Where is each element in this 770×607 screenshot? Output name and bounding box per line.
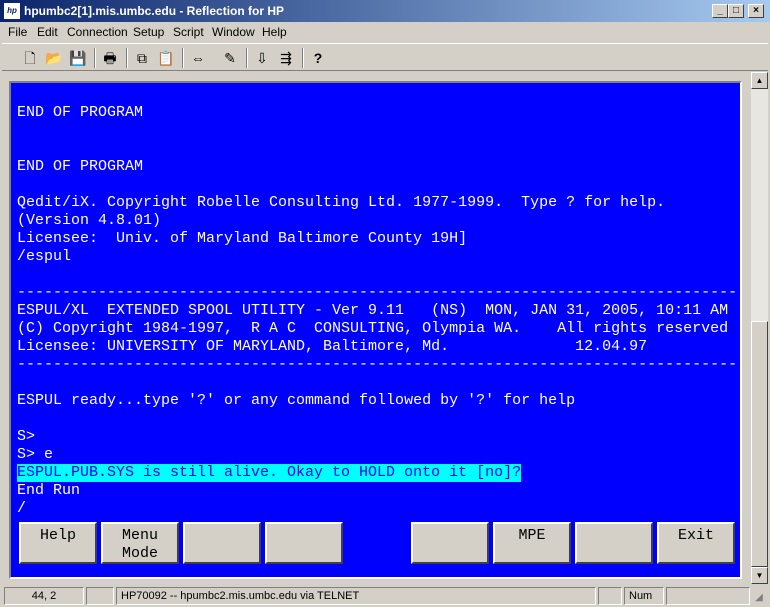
terminal-divider: ----------------------------------------… [17, 356, 738, 373]
scroll-thumb[interactable] [751, 321, 768, 567]
terminal-line: End Run [17, 482, 81, 499]
terminal-line: (Version 4.8.01) [17, 212, 162, 229]
window-title: hpumbc2[1].mis.umbc.edu - Reflection for… [24, 4, 285, 18]
toolbar-separator [246, 48, 248, 68]
toolbar-separator [126, 48, 128, 68]
terminal-prompt: S> [17, 428, 36, 445]
paste-icon[interactable]: 📋 [156, 48, 176, 68]
connect-icon[interactable]: ⇔ [188, 48, 208, 68]
fkey-2-menu-mode-button[interactable]: Menu Mode [101, 522, 179, 564]
close-button[interactable]: × [748, 4, 764, 18]
fkey-4-button[interactable] [265, 522, 343, 564]
scroll-down-button[interactable]: ▼ [751, 567, 768, 584]
status-pane-blank [598, 587, 622, 605]
connection-status: HP70092 -- hpumbc2.mis.umbc.edu via TELN… [116, 587, 596, 605]
open-icon[interactable]: 📂 [44, 48, 64, 68]
transfer-icon[interactable]: ⇩ [252, 48, 272, 68]
scroll-up-button[interactable]: ▲ [751, 72, 768, 89]
terminal-line: /espul [17, 248, 72, 265]
terminal-line: Qedit/iX. Copyright Robelle Consulting L… [17, 194, 666, 211]
menu-file[interactable]: File [8, 25, 27, 39]
terminal-divider: ----------------------------------------… [17, 284, 738, 301]
status-pane-blank [86, 587, 114, 605]
terminal-line: (C) Copyright 1984-1997, R A C CONSULTIN… [17, 320, 729, 337]
terminal-line: ESPUL/XL EXTENDED SPOOL UTILITY - Ver 9.… [17, 302, 729, 319]
terminal-prompt: S> e [17, 446, 54, 463]
menu-script[interactable]: Script [173, 25, 204, 39]
save-icon[interactable]: 💾 [68, 48, 88, 68]
toolbar-separator [94, 48, 96, 68]
toolbar: 🗋 📂 💾 🖶 ⧉ 📋 ⇔ ✎ ⇩ ⇶ ? [2, 43, 768, 71]
send-icon[interactable]: ⇶ [276, 48, 296, 68]
terminal-line: ESPUL ready...type '?' or any command fo… [17, 392, 576, 409]
terminal-line: END OF PROGRAM [17, 158, 144, 175]
script-icon[interactable]: ✎ [220, 48, 240, 68]
terminal-line: END OF PROGRAM [17, 104, 144, 121]
fkey-5-button[interactable] [411, 522, 489, 564]
vertical-scrollbar[interactable]: ▲ ▼ [751, 72, 768, 584]
num-lock-indicator: Num [624, 587, 664, 605]
status-bar: 44, 2 HP70092 -- hpumbc2.mis.umbc.edu vi… [0, 585, 770, 607]
context-help-icon[interactable]: ? [308, 48, 328, 68]
minimize-button[interactable]: _ [712, 4, 728, 18]
fkey-3-button[interactable] [183, 522, 261, 564]
maximize-button[interactable]: □ [728, 4, 744, 18]
toolbar-separator [302, 48, 304, 68]
print-icon[interactable]: 🖶 [100, 48, 120, 68]
terminal-line: Licensee: Univ. of Maryland Baltimore Co… [17, 230, 468, 247]
fkey-8-exit-button[interactable]: Exit [657, 522, 735, 564]
terminal-highlighted-prompt: ESPUL.PUB.SYS is still alive. Okay to HO… [17, 464, 522, 482]
status-pane-blank [666, 587, 750, 605]
menu-setup[interactable]: Setup [133, 25, 164, 39]
resize-grip-icon[interactable]: ◢ [752, 591, 766, 605]
menu-bar: File Edit Connection Setup Script Window… [0, 22, 770, 42]
app-icon[interactable]: hp [4, 3, 20, 19]
fkey-6-mpe-button[interactable]: MPE [493, 522, 571, 564]
new-icon[interactable]: 🗋 [20, 48, 40, 68]
menu-help[interactable]: Help [262, 25, 287, 39]
copy-icon[interactable]: ⧉ [132, 48, 152, 68]
cursor-position: 44, 2 [4, 587, 84, 605]
menu-edit[interactable]: Edit [37, 25, 58, 39]
title-bar[interactable]: hp hpumbc2[1].mis.umbc.edu - Reflection … [0, 0, 770, 22]
menu-window[interactable]: Window [212, 25, 255, 39]
terminal-screen[interactable]: END OF PROGRAM END OF PROGRAM Qedit/iX. … [15, 86, 740, 516]
toolbar-separator [182, 48, 184, 68]
menu-connection[interactable]: Connection [67, 25, 128, 39]
terminal-line: Licensee: UNIVERSITY OF MARYLAND, Baltim… [17, 338, 648, 355]
fkey-7-button[interactable] [575, 522, 653, 564]
terminal-cursor-line: / [17, 500, 27, 516]
fkey-1-help-button[interactable]: Help [19, 522, 97, 564]
